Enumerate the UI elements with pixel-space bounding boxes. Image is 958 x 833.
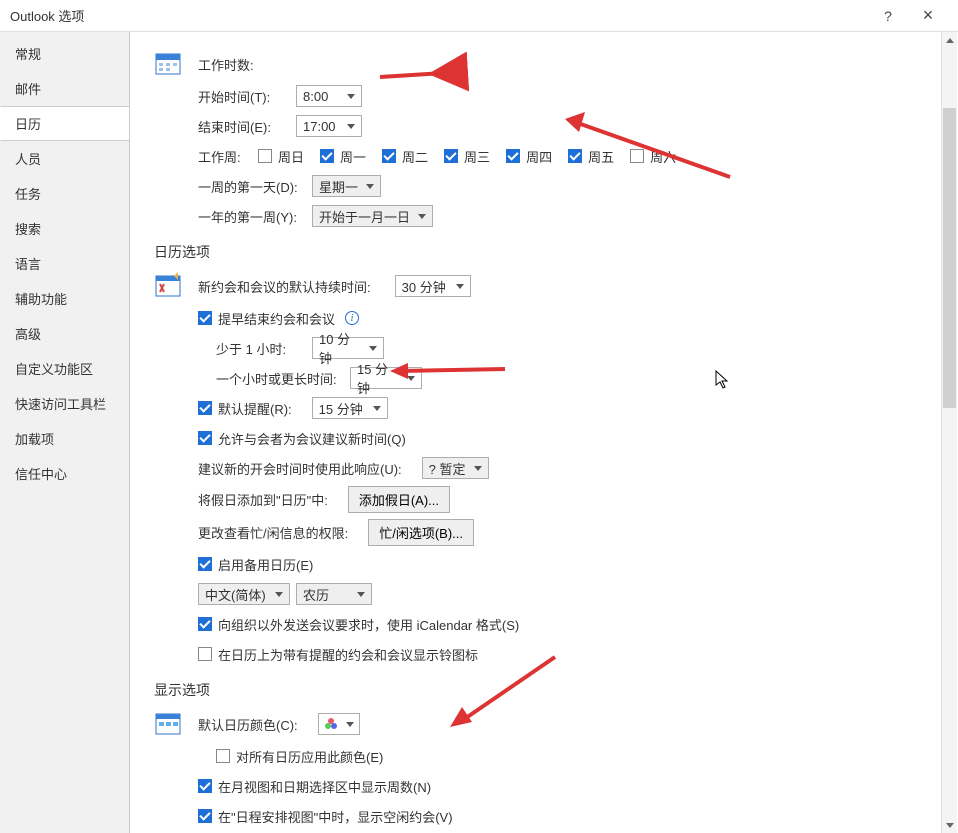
work-hours-heading: 工作时数:	[198, 55, 254, 74]
sidebar-item[interactable]: 信任中心	[0, 456, 129, 491]
titlebar: Outlook 选项 ? ×	[0, 0, 958, 32]
scroll-thumb[interactable]	[943, 108, 956, 408]
under-hour-label: 少于 1 小时:	[216, 339, 306, 358]
workday-checkbox[interactable]: 周二	[382, 147, 428, 166]
workday-checkbox[interactable]: 周一	[320, 147, 366, 166]
default-color-picker[interactable]	[318, 713, 360, 735]
work-hours-heading-row: 工作时数:	[154, 50, 924, 78]
color-swatch-icon	[323, 716, 339, 732]
help-button[interactable]: ?	[868, 8, 908, 24]
default-duration-select[interactable]: 30 分钟	[395, 275, 471, 297]
over-hour-select[interactable]: 15 分钟	[350, 367, 422, 389]
close-button[interactable]: ×	[908, 5, 948, 26]
sidebar-item[interactable]: 加载项	[0, 421, 129, 456]
info-icon[interactable]: i	[345, 311, 359, 325]
show-week-num-checkbox[interactable]: 在月视图和日期选择区中显示周数(N)	[198, 777, 431, 796]
sidebar-item[interactable]: 辅助功能	[0, 281, 129, 316]
meeting-icon	[154, 272, 182, 300]
content-scroll[interactable]: 工作时数: 开始时间(T): 8:00 结束时间(E): 17:00 工作周: …	[130, 32, 958, 833]
propose-response-select[interactable]: ? 暂定	[422, 457, 489, 479]
end-time-label: 结束时间(E):	[198, 117, 290, 136]
add-holidays-button[interactable]: 添加假日(A)...	[348, 486, 450, 513]
sidebar-item[interactable]: 人员	[0, 141, 129, 176]
sidebar: 常规邮件日历人员任务搜索语言辅助功能高级自定义功能区快速访问工具栏加载项信任中心	[0, 32, 130, 833]
sidebar-item[interactable]: 搜索	[0, 211, 129, 246]
end-time-select[interactable]: 17:00	[296, 115, 362, 137]
vertical-scrollbar[interactable]	[941, 32, 957, 833]
color-calendar-icon	[154, 710, 182, 738]
show-bell-checkbox[interactable]: 在日历上为带有提醒的约会和会议显示铃图标	[198, 645, 478, 664]
sidebar-item[interactable]: 日历	[0, 106, 130, 141]
sidebar-item[interactable]: 语言	[0, 246, 129, 281]
propose-response-label: 建议新的开会时间时使用此响应(U):	[198, 459, 402, 478]
first-day-label: 一周的第一天(D):	[198, 177, 306, 196]
end-early-checkbox[interactable]: 提早结束约会和会议	[198, 309, 335, 328]
default-duration-row: 新约会和会议的默认持续时间: 30 分钟	[154, 272, 924, 300]
sidebar-item[interactable]: 快速访问工具栏	[0, 386, 129, 421]
icalendar-checkbox[interactable]: 向组织以外发送会议要求时，使用 iCalendar 格式(S)	[198, 615, 519, 634]
workday-checkbox[interactable]: 周六	[630, 147, 676, 166]
display-options-heading: 显示选项	[154, 680, 924, 700]
first-week-select[interactable]: 开始于一月一日	[312, 205, 433, 227]
over-hour-label: 一个小时或更长时间:	[216, 369, 344, 388]
workday-checkbox[interactable]: 周三	[444, 147, 490, 166]
default-color-label: 默认日历颜色(C):	[198, 715, 298, 734]
default-reminder-select[interactable]: 15 分钟	[312, 397, 388, 419]
scroll-up-icon[interactable]	[942, 32, 957, 48]
default-reminder-checkbox[interactable]: 默认提醒(R):	[198, 399, 292, 418]
sidebar-item[interactable]: 自定义功能区	[0, 351, 129, 386]
alt-calendar-checkbox[interactable]: 启用备用日历(E)	[198, 555, 313, 574]
work-week-label: 工作周:	[198, 147, 252, 166]
under-hour-select[interactable]: 10 分钟	[312, 337, 384, 359]
workday-checkbox[interactable]: 周四	[506, 147, 552, 166]
default-color-row: 默认日历颜色(C):	[154, 710, 924, 738]
sidebar-item[interactable]: 高级	[0, 316, 129, 351]
apply-all-color-checkbox[interactable]: 对所有日历应用此颜色(E)	[216, 747, 383, 766]
scroll-down-icon[interactable]	[942, 817, 957, 833]
alt-cal-lang-select[interactable]: 中文(简体)	[198, 583, 290, 605]
workday-checkbox[interactable]: 周日	[258, 147, 304, 166]
default-duration-label: 新约会和会议的默认持续时间:	[198, 277, 371, 296]
start-time-label: 开始时间(T):	[198, 87, 290, 106]
first-day-select[interactable]: 星期一	[312, 175, 381, 197]
allow-propose-checkbox[interactable]: 允许与会者为会议建议新时间(Q)	[198, 429, 406, 448]
freebusy-button[interactable]: 忙/闲选项(B)...	[368, 519, 474, 546]
freebusy-label: 更改查看忙/闲信息的权限:	[198, 523, 348, 542]
workday-checkbox[interactable]: 周五	[568, 147, 614, 166]
show-free-appts-checkbox[interactable]: 在"日程安排视图"中时，显示空闲约会(V)	[198, 807, 453, 826]
add-holidays-label: 将假日添加到"日历"中:	[198, 490, 328, 509]
calendar-options-heading: 日历选项	[154, 242, 924, 262]
window-title: Outlook 选项	[10, 6, 868, 25]
sidebar-item[interactable]: 常规	[0, 36, 129, 71]
calendar-icon	[154, 50, 182, 78]
start-time-select[interactable]: 8:00	[296, 85, 362, 107]
sidebar-item[interactable]: 任务	[0, 176, 129, 211]
first-week-label: 一年的第一周(Y):	[198, 207, 306, 226]
sidebar-item[interactable]: 邮件	[0, 71, 129, 106]
alt-cal-type-select[interactable]: 农历	[296, 583, 372, 605]
